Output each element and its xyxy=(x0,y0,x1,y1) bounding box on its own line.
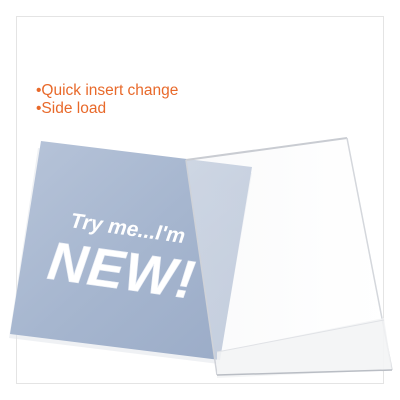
sign-holder-scene: Try me...I'm NEW! xyxy=(9,137,393,378)
product-image-frame: •Quick insert change •Side load Try me..… xyxy=(0,0,400,400)
